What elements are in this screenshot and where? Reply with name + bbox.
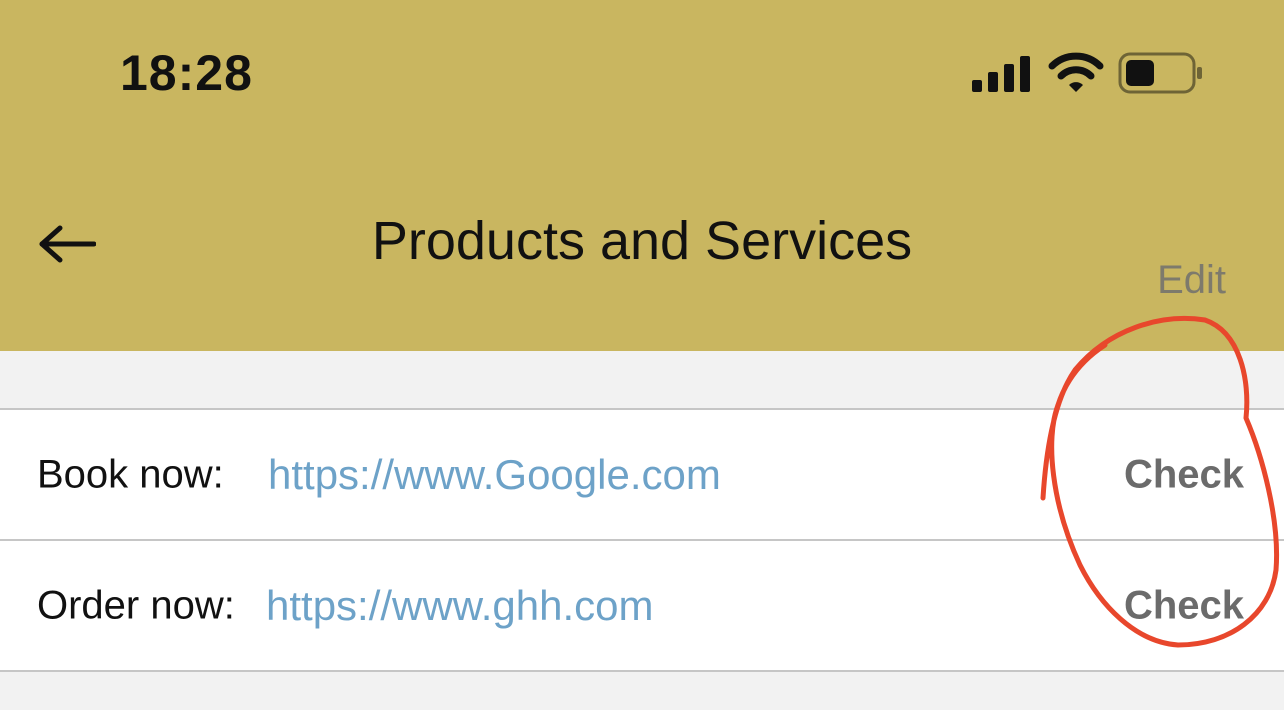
check-button[interactable]: Check (1124, 452, 1244, 497)
wifi-icon (1048, 52, 1104, 92)
battery-icon (1118, 52, 1202, 94)
status-time: 18:28 (120, 45, 253, 101)
list-item-order-now: Order now: https://www.ghh.com Check (0, 541, 1284, 672)
row-link[interactable]: https://www.Google.com (268, 451, 721, 499)
products-list: Book now: https://www.Google.com Check O… (0, 408, 1284, 672)
app-header: 18:28 Products and Services Edit (0, 0, 1284, 351)
page-title: Products and Services (371, 211, 913, 271)
row-label: Book now: (37, 452, 224, 496)
check-button[interactable]: Check (1124, 583, 1244, 628)
edit-button[interactable]: Edit (1157, 258, 1226, 303)
list-item-book-now: Book now: https://www.Google.com Check (0, 410, 1284, 541)
row-label: Order now: (37, 583, 235, 627)
row-link[interactable]: https://www.ghh.com (266, 582, 654, 630)
cellular-signal-icon (972, 56, 1030, 92)
